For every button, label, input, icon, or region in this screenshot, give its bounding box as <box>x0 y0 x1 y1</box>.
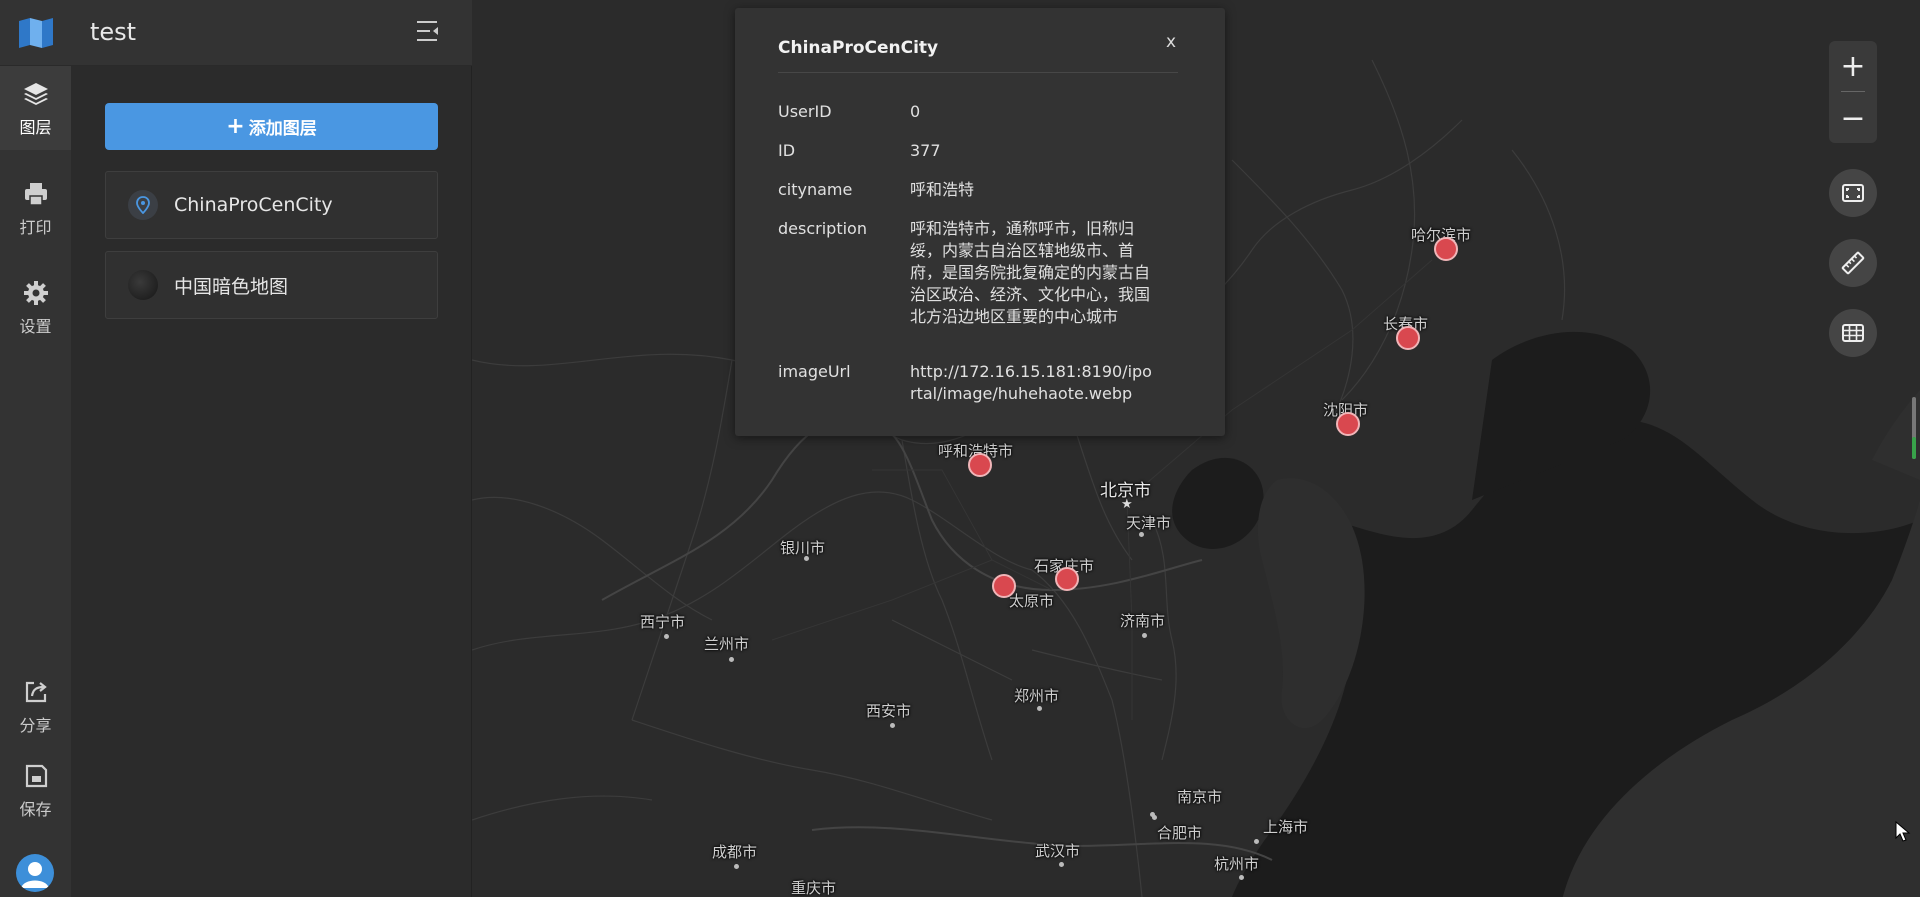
city-marker[interactable] <box>1434 237 1458 261</box>
city-marker[interactable] <box>968 453 992 477</box>
city-label: 成都市 <box>712 843 758 861</box>
map-side-scrollbar-indicator <box>1912 437 1916 459</box>
fullscreen-button[interactable] <box>1829 169 1877 217</box>
rail-item-layers[interactable]: 图层 <box>0 66 71 150</box>
attr-key: ID <box>778 141 796 160</box>
city-label: 兰州市 <box>704 635 750 653</box>
popup-row: description 呼和浩特市，通称呼市，旧称归绥，内蒙古自治区辖地级市、首… <box>778 218 1178 350</box>
plus-icon: + <box>226 114 245 139</box>
app-header: test <box>0 0 472 66</box>
rail-label: 打印 <box>19 218 52 237</box>
city-marker[interactable] <box>992 574 1016 598</box>
rail-label: 设置 <box>19 317 52 336</box>
attr-value: 0 <box>910 102 921 121</box>
city-label: 西安市 <box>866 702 912 720</box>
rail-item-share[interactable]: 分享 <box>0 664 71 748</box>
city-dot <box>1037 706 1042 711</box>
layer-name: 中国暗色地图 <box>174 275 289 298</box>
city-dot <box>1139 532 1144 537</box>
printer-icon <box>25 183 47 206</box>
ruler-icon <box>1841 251 1865 275</box>
rail-item-print[interactable]: 打印 <box>0 166 71 250</box>
city-label: 合肥市 <box>1157 824 1203 842</box>
map-pin-icon <box>128 190 158 220</box>
mouse-cursor-icon <box>1895 820 1911 842</box>
city-marker[interactable] <box>1055 567 1079 591</box>
layer-name: ChinaProCenCity <box>174 194 333 216</box>
attr-key: imageUrl <box>778 362 851 381</box>
popup-row: cityname 呼和浩特 <box>778 179 1178 201</box>
city-label: 南京市 <box>1177 788 1223 806</box>
attr-value: 呼和浩特市，通称呼市，旧称归绥，内蒙古自治区辖地级市、首府，是国务院批复确定的内… <box>910 219 1151 326</box>
rail-label: 图层 <box>19 118 52 137</box>
icon-rail: 图层 打印 设置 分享 保存 <box>0 66 71 897</box>
city-label: 杭州市 <box>1214 855 1260 873</box>
popup-row: ID 377 <box>778 140 1178 162</box>
map-logo-icon <box>19 18 53 48</box>
city-label: 太原市 <box>1009 592 1055 610</box>
rail-item-save[interactable]: 保存 <box>0 748 71 832</box>
basemap-thumbnail-icon <box>128 270 158 300</box>
user-avatar[interactable] <box>16 854 54 892</box>
city-dot <box>1059 862 1064 867</box>
measure-button[interactable] <box>1829 239 1877 287</box>
city-label: 郑州市 <box>1014 687 1060 705</box>
city-dot <box>890 723 895 728</box>
city-label: 武汉市 <box>1035 842 1081 860</box>
city-label: 上海市 <box>1263 818 1309 836</box>
add-layer-button[interactable]: + 添加图层 <box>105 103 438 150</box>
layer-item[interactable]: ChinaProCenCity <box>105 171 438 239</box>
city-dot <box>664 634 669 639</box>
city-dot <box>734 864 739 869</box>
city-dot <box>729 657 734 662</box>
layer-item[interactable]: 中国暗色地图 <box>105 251 438 319</box>
layers-icon <box>24 83 48 105</box>
zoom-out-button[interactable]: − <box>1829 93 1877 143</box>
city-dot <box>1254 839 1259 844</box>
city-marker[interactable] <box>1396 326 1420 350</box>
save-icon <box>25 764 48 788</box>
city-dot <box>1239 875 1244 880</box>
zoom-in-button[interactable]: + <box>1829 41 1877 91</box>
capital-star-icon: ★ <box>1121 497 1133 512</box>
city-label: 天津市 <box>1126 514 1172 532</box>
attr-value: 377 <box>910 141 941 160</box>
rail-item-settings[interactable]: 设置 <box>0 265 71 349</box>
zoom-divider <box>1841 91 1865 92</box>
collapse-menu-icon[interactable] <box>416 18 440 44</box>
city-dot <box>804 556 809 561</box>
add-layer-label: 添加图层 <box>248 119 317 139</box>
popup-row: UserID 0 <box>778 101 1178 123</box>
table-button[interactable] <box>1829 309 1877 357</box>
attr-key: description <box>778 219 867 238</box>
attr-key: cityname <box>778 180 853 199</box>
city-marker[interactable] <box>1336 412 1360 436</box>
attr-value: http://172.16.15.181:8190/iportal/image/… <box>910 362 1152 403</box>
table-icon <box>1842 324 1864 342</box>
rail-label: 保存 <box>19 800 52 819</box>
user-icon <box>21 862 49 888</box>
attr-key: UserID <box>778 102 832 121</box>
layer-panel: + 添加图层 ChinaProCenCity 中国暗色地图 <box>71 66 472 897</box>
city-label: 重庆市 <box>791 879 837 897</box>
city-dot <box>1150 812 1155 817</box>
popup-close-button[interactable]: x <box>1166 32 1176 52</box>
feature-popup: ChinaProCenCity x UserID 0 ID 377 cityna… <box>735 8 1225 436</box>
zoom-control: + − <box>1829 41 1877 143</box>
city-label: 西宁市 <box>640 613 686 631</box>
app-title: test <box>90 18 137 46</box>
city-dot <box>1142 633 1147 638</box>
attr-value: 呼和浩特 <box>910 180 975 199</box>
popup-divider <box>778 72 1178 73</box>
popup-title: ChinaProCenCity <box>778 38 939 58</box>
rail-label: 分享 <box>19 716 52 735</box>
share-icon <box>25 681 47 703</box>
fullscreen-icon <box>1842 184 1864 202</box>
popup-row: imageUrl http://172.16.15.181:8190/iport… <box>778 361 1178 405</box>
city-label: 银川市 <box>780 539 826 557</box>
city-label: 济南市 <box>1120 612 1166 630</box>
gear-icon <box>24 281 48 305</box>
